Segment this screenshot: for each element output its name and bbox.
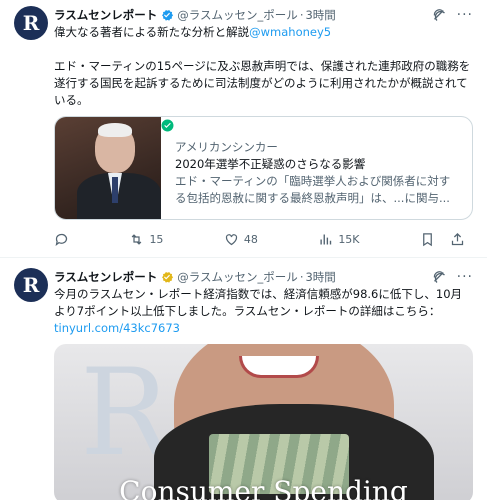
grok-icon[interactable]	[432, 8, 447, 23]
verified-badge-icon	[162, 271, 174, 283]
header-actions: ···	[432, 269, 473, 285]
author-name[interactable]: ラスムセンレポート	[54, 7, 157, 23]
reply-button[interactable]	[54, 232, 69, 247]
avatar[interactable]: R	[14, 268, 48, 302]
header-actions: ···	[432, 7, 473, 23]
grok-icon[interactable]	[432, 270, 447, 285]
tweet-actions: 15 48 15K	[54, 232, 465, 247]
check-badge-icon	[161, 119, 174, 132]
author-handle[interactable]: @ラスムッセン_ポール	[177, 269, 298, 285]
tweet-text: 偉大なる著者による新たな分析と解説	[54, 25, 250, 39]
avatar-letter: R	[22, 11, 40, 35]
tweet-text-line1: 偉大なる著者による新たな分析と解説@wmahoney5	[54, 24, 473, 41]
tweet-link[interactable]: tinyurl.com/43kc7673	[54, 321, 180, 335]
views-button[interactable]: 15K	[318, 232, 360, 247]
views-count: 15K	[338, 233, 360, 246]
more-icon[interactable]: ···	[457, 7, 473, 23]
like-count: 48	[243, 233, 258, 246]
bookmark-icon[interactable]	[420, 232, 435, 247]
mention-link[interactable]: @wmahoney5	[249, 25, 331, 39]
like-icon	[225, 234, 237, 246]
card-description: エド・マーティンの「臨時選挙人および関係者に対する包括的恩赦に関する最終恩赦声明…	[175, 174, 451, 205]
share-icon[interactable]	[450, 232, 465, 247]
link-card[interactable]: アメリカンシンカー 2020年選挙不正疑惑のさらなる影響 エド・マーティンの「臨…	[54, 116, 473, 220]
avatar-letter: R	[22, 273, 40, 297]
verified-badge-icon	[162, 9, 174, 21]
retweet-button[interactable]: 15	[129, 232, 163, 247]
media-caption: Consumer Spending	[119, 475, 408, 500]
card-domain: アメリカンシンカー	[175, 140, 278, 154]
card-text: アメリカンシンカー 2020年選挙不正疑惑のさらなる影響 エド・マーティンの「臨…	[161, 117, 472, 219]
timestamp[interactable]: 3時間	[305, 7, 335, 23]
more-icon[interactable]: ···	[457, 269, 473, 285]
like-button[interactable]: 48	[224, 232, 258, 247]
avatar[interactable]: R	[14, 6, 48, 40]
card-title: 2020年選挙不正疑惑のさらなる影響	[175, 157, 366, 171]
reply-icon	[55, 233, 68, 246]
retweet-icon	[132, 234, 142, 245]
bookmark-share-group	[420, 232, 465, 247]
author-handle[interactable]: @ラスムッセン_ポール	[177, 7, 298, 23]
tweet-text-block: 今月のラスムセン・レポート経済指数では、経済信頼感が98.6に低下し、10月より…	[54, 286, 473, 337]
author-name[interactable]: ラスムセンレポート	[54, 269, 157, 285]
separator-dot: ·	[299, 8, 304, 22]
tweet-media-image[interactable]: R Consumer Spending	[54, 344, 473, 500]
tweet-header: ラスムセンレポート @ラスムッセン_ポール · 3時間 ···	[54, 269, 473, 285]
tweet-text: 今月のラスムセン・レポート経済指数では、経済信頼感が98.6に低下し、10月より…	[54, 287, 463, 318]
card-image	[55, 117, 161, 219]
timestamp[interactable]: 3時間	[305, 269, 335, 285]
tweet-header: ラスムセンレポート @ラスムッセン_ポール · 3時間 ···	[54, 7, 473, 23]
views-icon	[320, 234, 332, 245]
retweet-count: 15	[149, 233, 164, 246]
tweet[interactable]: R ラスムセンレポート @ラスムッセン_ポール · 3時間 ··· 今月のラスム…	[0, 258, 487, 500]
tweet[interactable]: R ラスムセンレポート @ラスムッセン_ポール · 3時間 ··· 偉大なる著者…	[0, 0, 487, 258]
separator-dot: ·	[299, 270, 304, 284]
tweet-text-paragraph: エド・マーティンの15ページに及ぶ恩赦声明では、保護された連邦政府の職務を遂行す…	[54, 59, 471, 107]
